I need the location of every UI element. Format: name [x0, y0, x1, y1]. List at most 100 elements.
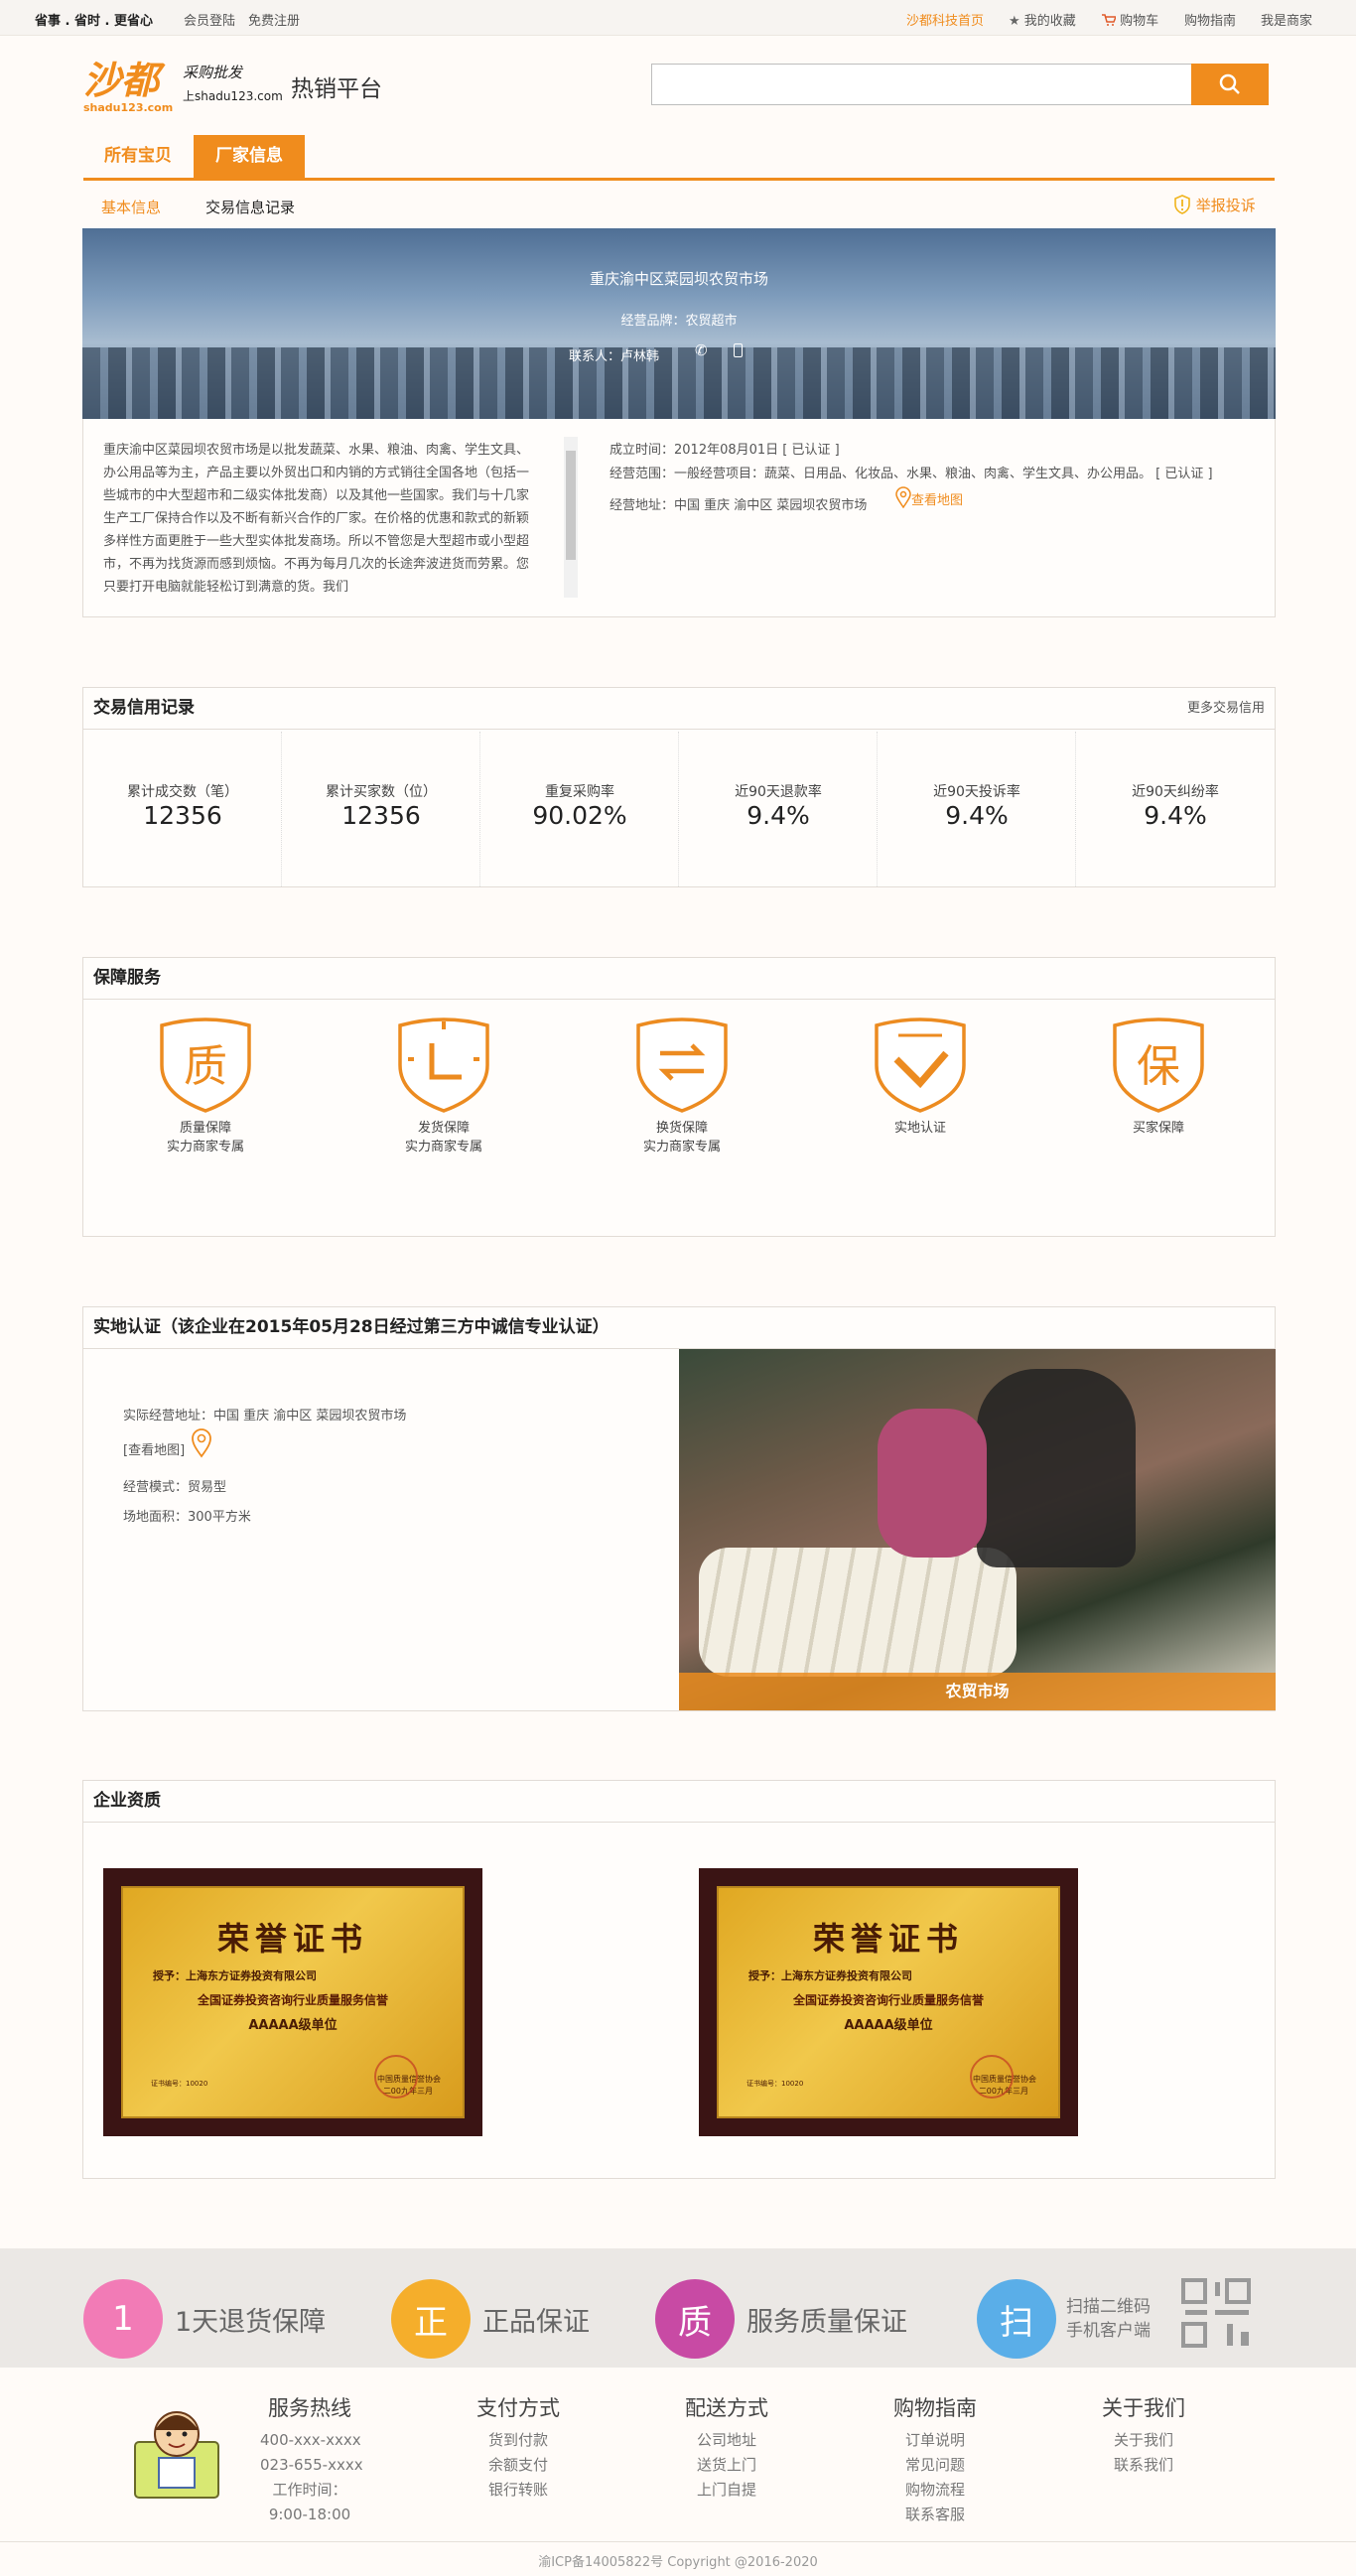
- footer-divider: [0, 2541, 1356, 2542]
- site-logo[interactable]: 沙都 shadu123.com 采购批发 上shadu123.com: [83, 50, 292, 119]
- service-exchange[interactable]: 换货保障 实力商家专属: [603, 1016, 761, 1156]
- svg-text:质: 质: [184, 1041, 227, 1092]
- onsite-map-link[interactable]: [查看地图]: [123, 1428, 212, 1458]
- footer-link[interactable]: 订单说明: [885, 2428, 985, 2453]
- report-link[interactable]: 举报投诉: [1173, 195, 1256, 215]
- login-link[interactable]: 会员登陆: [184, 10, 235, 29]
- sub-nav: 基本信息 交易信息记录 举报投诉: [83, 187, 1275, 226]
- onsite-address: 实际经营地址：中国 重庆 渝中区 菜园坝农贸市场: [123, 1409, 407, 1424]
- footer-link[interactable]: 联系我们: [1094, 2453, 1193, 2478]
- cert-heading: 荣誉证书: [216, 1920, 368, 1958]
- cart-icon: [1102, 14, 1118, 26]
- location-pin-icon: [192, 1428, 212, 1458]
- onsite-panel: 实地认证（该企业在2015年05月28日经过第三方中诚信专业认证） 实际经营地址…: [82, 1306, 1276, 1711]
- footer-link[interactable]: 送货上门: [677, 2453, 776, 2478]
- stat-total-deals: 累计成交数（笔） 12356: [83, 732, 282, 886]
- copyright: 渝ICP备14005822号 Copyright @2016-2020: [538, 2555, 818, 2570]
- cert-grade: AAAAA级单位: [248, 2018, 338, 2033]
- footer-link[interactable]: 购物流程: [885, 2478, 985, 2503]
- cart-link[interactable]: 购物车: [1102, 10, 1158, 29]
- footer-link[interactable]: 常见问题: [885, 2453, 985, 2478]
- tab-factory-info[interactable]: 厂家信息: [194, 135, 305, 178]
- customer-service-mascot: [129, 2402, 224, 2502]
- register-link[interactable]: 免费注册: [248, 10, 300, 29]
- subnav-basic[interactable]: 基本信息: [101, 197, 161, 217]
- stat-dispute-rate: 近90天纠纷率 9.4%: [1132, 784, 1219, 830]
- tab-all-items[interactable]: 所有宝贝: [83, 135, 193, 178]
- favorites-link[interactable]: ★ 我的收藏: [1009, 10, 1076, 29]
- footer-link[interactable]: 上门自提: [677, 2478, 776, 2503]
- promo-badge: 扫: [977, 2279, 1056, 2359]
- footer-delivery: 配送方式 公司地址 送货上门 上门自提: [677, 2392, 776, 2503]
- cert-text: 全国证券投资咨询行业质量服务信誉: [197, 1993, 388, 2007]
- stat-refund-rate: 近90天退款率 9.4%: [679, 732, 878, 886]
- contact-person: 联系人：卢林韩: [569, 349, 660, 364]
- stat-repeat-rate: 重复采购率 90.02%: [480, 732, 679, 886]
- scrollbar-thumb[interactable]: [566, 451, 576, 560]
- quality-shield-icon: 质: [160, 1017, 251, 1113]
- guide-link[interactable]: 购物指南: [1184, 10, 1236, 29]
- footer-link[interactable]: 余额支付: [469, 2453, 568, 2478]
- promo-service: 质服务质量保证: [655, 2279, 907, 2359]
- certificate-body: 荣誉证书 授予：上海东方证券投资有限公司 全国证券投资咨询行业质量服务信誉 AA…: [717, 1886, 1060, 2118]
- intro-scrollbar[interactable]: [564, 437, 578, 598]
- view-map-link[interactable]: 查看地图: [895, 486, 963, 509]
- footer-link[interactable]: 关于我们: [1094, 2428, 1193, 2453]
- slogan: 省事 . 省时 . 更省心: [35, 14, 153, 29]
- cert-recipient: 授予：上海东方证券投资有限公司: [153, 1969, 317, 1982]
- service-quality[interactable]: 质 质量保障 实力商家专属: [126, 1016, 285, 1156]
- svg-text:保: 保: [1137, 1041, 1180, 1092]
- protect-shield-icon: 保: [1113, 1017, 1204, 1113]
- logo-url: shadu123.com: [83, 101, 174, 114]
- cert-heading: 荣誉证书: [812, 1920, 964, 1958]
- vendor-figure: [977, 1369, 1136, 1567]
- certificate-body: 荣誉证书 授予：上海东方证券投资有限公司 全国证券投资咨询行业质量服务信誉 AA…: [121, 1886, 465, 2118]
- service-buyer-protection[interactable]: 保 买家保障: [1079, 1016, 1238, 1138]
- check-shield-icon: [875, 1017, 966, 1113]
- company-banner: 重庆渝中区菜园坝农贸市场 经营品牌：农贸超市 联系人：卢林韩 ✆: [82, 228, 1276, 419]
- footer-guide: 购物指南 订单说明 常见问题 购物流程 联系客服: [885, 2392, 985, 2527]
- footer-link[interactable]: 银行转账: [469, 2478, 568, 2503]
- onsite-title: 实地认证（该企业在2015年05月28日经过第三方中诚信专业认证）: [83, 1307, 1275, 1349]
- business-scope: 经营范围：一般经营项目：蔬菜、日用品、化妆品、水果、粮油、肉禽、学生文具、办公用…: [610, 467, 1213, 481]
- merchant-link[interactable]: 我是商家: [1261, 10, 1312, 29]
- search-input[interactable]: [651, 64, 1193, 105]
- phone-icon[interactable]: ✆: [695, 341, 708, 359]
- certificate-1[interactable]: 荣誉证书 授予：上海东方证券投资有限公司 全国证券投资咨询行业质量服务信誉 AA…: [103, 1868, 482, 2136]
- company-name: 重庆渝中区菜园坝农贸市场: [589, 270, 768, 288]
- more-credit-link[interactable]: 更多交易信用: [1187, 688, 1265, 729]
- certificate-2[interactable]: 荣誉证书 授予：上海东方证券投资有限公司 全国证券投资咨询行业质量服务信誉 AA…: [699, 1868, 1078, 2136]
- cert-grade: AAAAA级单位: [844, 2018, 933, 2033]
- clock-shield-icon: [398, 1017, 489, 1113]
- footer-about: 关于我们 关于我们 联系我们: [1094, 2392, 1193, 2478]
- services-panel: 保障服务 质 质量保障 实力商家专属 发货保障 实力商家专属 换货保障 实力商家专属 …: [82, 957, 1276, 1237]
- vendor-figure-2: [878, 1409, 987, 1558]
- footer-link[interactable]: 公司地址: [677, 2428, 776, 2453]
- main-tabs: 所有宝贝 厂家信息: [83, 135, 1275, 181]
- footer-payment: 支付方式 货到付款 余额支付 银行转账: [469, 2392, 568, 2503]
- footer-link[interactable]: 货到付款: [469, 2428, 568, 2453]
- market-photo: 农贸市场: [679, 1349, 1276, 1710]
- home-link[interactable]: 沙都科技首页: [906, 10, 984, 29]
- footer-hotline: 服务热线 400-xxx-xxxx 023-655-xxxx 工作时间： 9:00-1…: [260, 2396, 363, 2523]
- credit-title: 交易信用记录 更多交易信用: [83, 688, 1275, 730]
- radish-pile: [699, 1548, 1017, 1677]
- subnav-records[interactable]: 交易信息记录: [205, 197, 295, 217]
- business-mode: 经营模式：贸易型: [123, 1480, 227, 1495]
- mobile-icon[interactable]: [734, 343, 743, 357]
- search-button[interactable]: [1191, 64, 1269, 105]
- qrcode-icon[interactable]: [1179, 2276, 1253, 2350]
- footer-link[interactable]: 联系客服: [885, 2503, 985, 2527]
- promo-app: 扫 扫描二维码 手机客户端: [977, 2279, 1151, 2359]
- city-skyline: [82, 347, 1276, 419]
- qualification-panel: 企业资质 荣誉证书 授予：上海东方证券投资有限公司 全国证券投资咨询行业质量服务…: [82, 1780, 1276, 2179]
- site-area: 场地面积：300平方米: [123, 1510, 251, 1525]
- logo-sub: 采购批发: [183, 64, 243, 81]
- shield-alert-icon: [1174, 195, 1190, 214]
- service-onsite-verified[interactable]: 实地认证: [841, 1016, 1000, 1138]
- service-shipping[interactable]: 发货保障 实力商家专属: [364, 1016, 523, 1156]
- promo-badge: 质: [655, 2279, 735, 2359]
- top-bar: 省事 . 省时 . 更省心 会员登陆 免费注册 沙都科技首页 ★ 我的收藏 购物…: [0, 0, 1356, 36]
- established-date: 成立时间：2012年08月01日 [ 已认证 ]: [610, 443, 840, 458]
- company-detail-panel: 重庆渝中区菜园坝农贸市场是以批发蔬菜、水果、粮油、肉禽、学生文具、办公用品等为主…: [82, 419, 1276, 617]
